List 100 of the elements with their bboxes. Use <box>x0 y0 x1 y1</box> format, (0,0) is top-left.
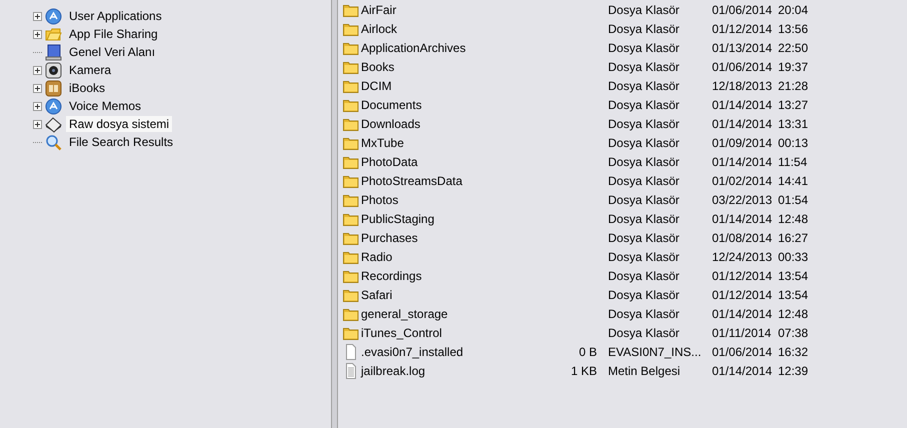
file-name[interactable]: PhotoStreamsData <box>361 174 561 188</box>
file-date: 01/14/2014 <box>712 98 774 112</box>
file-type: Dosya Klasör <box>608 78 680 92</box>
file-size: 1 KB <box>570 364 597 378</box>
expand-icon[interactable] <box>33 66 42 74</box>
file-date: 01/14/2014 <box>712 116 774 130</box>
expand-icon[interactable] <box>33 120 42 128</box>
file-type: Dosya Klasör <box>608 306 680 320</box>
file-date: 01/06/2014 <box>712 60 774 74</box>
file-date: 01/06/2014 <box>712 2 774 16</box>
camera-icon <box>45 62 62 78</box>
file-date: 01/14/2014 <box>712 306 774 320</box>
file-type: Dosya Klasör <box>608 288 680 302</box>
file-name[interactable]: ApplicationArchives <box>361 40 561 54</box>
file-name[interactable]: DCIM <box>361 78 561 92</box>
file-type: Dosya Klasör <box>608 98 680 112</box>
file-time: 12:48 <box>778 306 808 320</box>
file-date: 01/09/2014 <box>712 136 774 150</box>
tree-item[interactable]: Kamera <box>66 62 114 78</box>
file-date: 12/24/2013 <box>712 250 774 264</box>
file-name[interactable]: Downloads <box>361 116 561 130</box>
file-time: 16:32 <box>778 344 808 358</box>
file-type: Dosya Klasör <box>608 116 680 130</box>
file-date: 01/12/2014 <box>712 288 774 302</box>
file-type: Dosya Klasör <box>608 326 680 340</box>
file-time: 13:54 <box>778 268 808 282</box>
file-time: 20:04 <box>778 2 808 16</box>
file-name[interactable]: general_storage <box>361 306 561 320</box>
file-type: Dosya Klasör <box>608 250 680 264</box>
file-name[interactable]: MxTube <box>361 136 561 150</box>
file-name[interactable]: AirFair <box>361 2 561 16</box>
file-time: 13:54 <box>778 288 808 302</box>
file-type: Dosya Klasör <box>608 230 680 244</box>
file-time: 00:13 <box>778 136 808 150</box>
file-name[interactable]: jailbreak.log <box>361 364 561 378</box>
file-time: 00:33 <box>778 250 808 264</box>
file-date: 01/02/2014 <box>712 174 774 188</box>
file-type: Dosya Klasör <box>608 174 680 188</box>
tree-item[interactable]: User Applications <box>66 8 165 24</box>
file-date: 01/14/2014 <box>712 154 774 168</box>
file-name[interactable]: .evasi0n7_installed <box>361 344 561 358</box>
file-date: 01/13/2014 <box>712 40 774 54</box>
tree-item[interactable]: Raw dosya sistemi <box>66 116 172 132</box>
file-name[interactable]: Books <box>361 60 561 74</box>
app-store-icon <box>45 8 62 24</box>
file-date: 12/18/2013 <box>712 78 774 92</box>
file-type: Dosya Klasör <box>608 154 680 168</box>
file-time: 19:37 <box>778 60 808 74</box>
tree-item[interactable]: Genel Veri Alanı <box>66 44 158 60</box>
tree-item[interactable]: Voice Memos <box>66 98 144 114</box>
tree-item[interactable]: App File Sharing <box>66 26 161 42</box>
file-type: Dosya Klasör <box>608 40 680 54</box>
file-name[interactable]: Purchases <box>361 230 561 244</box>
file-type: EVASI0N7_INS... <box>608 344 702 358</box>
file-size: 0 B <box>578 344 597 358</box>
file-time: 01:54 <box>778 192 808 206</box>
file-name[interactable]: Safari <box>361 288 561 302</box>
file-date: 01/12/2014 <box>712 22 774 36</box>
file-time: 21:28 <box>778 78 808 92</box>
file-date: 01/14/2014 <box>712 364 774 378</box>
expand-icon[interactable] <box>33 84 42 92</box>
file-date: 03/22/2013 <box>712 192 774 206</box>
file-name[interactable]: Recordings <box>361 268 561 282</box>
file-name[interactable]: Radio <box>361 250 561 264</box>
file-type: Dosya Klasör <box>608 136 680 150</box>
file-time: 14:41 <box>778 174 808 188</box>
tree-item[interactable]: File Search Results <box>66 134 176 150</box>
file-type: Dosya Klasör <box>608 60 680 74</box>
file-date: 01/11/2014 <box>712 326 772 340</box>
drive-icon <box>45 44 62 60</box>
file-name[interactable]: Photos <box>361 192 561 206</box>
file-time: 12:39 <box>778 364 808 378</box>
file-type: Dosya Klasör <box>608 2 680 16</box>
folder-icon <box>45 26 62 42</box>
file-name[interactable]: PublicStaging <box>361 212 561 226</box>
file-time: 11:54 <box>778 154 808 168</box>
file-time: 22:50 <box>778 40 808 54</box>
file-time: 13:56 <box>778 22 808 36</box>
file-date: 01/08/2014 <box>712 230 774 244</box>
file-date: 01/14/2014 <box>712 212 774 226</box>
expand-icon[interactable] <box>33 30 42 38</box>
file-time: 12:48 <box>778 212 808 226</box>
expand-icon[interactable] <box>33 102 42 110</box>
tree-item[interactable]: iBooks <box>66 80 108 96</box>
file-name[interactable]: Airlock <box>361 22 561 36</box>
file-name[interactable]: iTunes_Control <box>361 326 561 340</box>
file-name[interactable]: Documents <box>361 98 561 112</box>
file-date: 01/06/2014 <box>712 344 774 358</box>
app-store-icon <box>45 98 62 114</box>
file-time: 13:27 <box>778 98 808 112</box>
expand-icon[interactable] <box>33 12 42 20</box>
file-type: Dosya Klasör <box>608 268 680 282</box>
file-name[interactable]: PhotoData <box>361 154 561 168</box>
file-date: 01/12/2014 <box>712 268 774 282</box>
book-icon <box>45 80 62 96</box>
file-type: Metin Belgesi <box>608 364 682 378</box>
file-type: Dosya Klasör <box>608 192 680 206</box>
file-time: 13:31 <box>778 116 808 130</box>
file-time: 07:38 <box>778 326 808 340</box>
file-time: 16:27 <box>778 230 808 244</box>
